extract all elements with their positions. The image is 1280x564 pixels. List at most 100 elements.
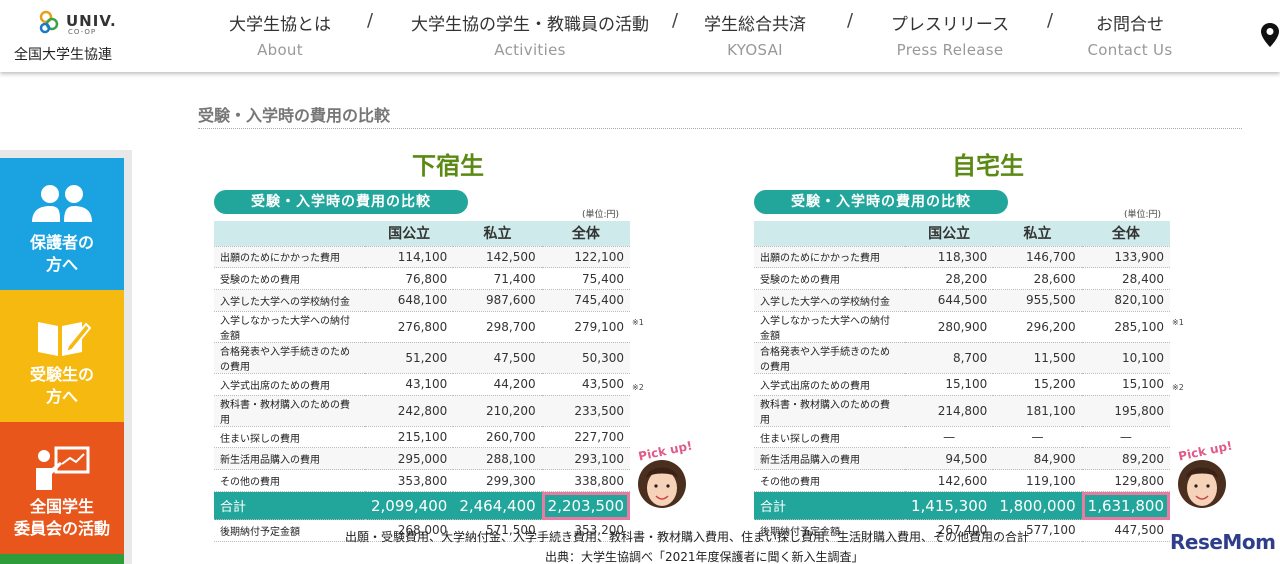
row-label: 入学しなかった大学への納付金額 [754,311,905,343]
footer-source: 出典：大学生協調べ「2021年度保護者に聞く新入生調査」 [545,550,864,564]
column-header: 私立 [453,221,542,247]
coop-logo-icon [39,10,59,34]
cell-private: 955,500 [993,289,1082,312]
notebook-pencil-icon [38,322,92,356]
table-row: 新生活用品購入の費用 94,500 84,900 89,200 [754,447,1170,471]
table-row: 合格発表や入学手続きのための費用 51,200 47,500 50,300 [214,342,630,374]
cell-national: 76,800 [364,267,454,291]
column-header: 私立 [993,221,1082,247]
nav-item-kyosai[interactable]: 学生総合共済 KYOSAI [680,0,830,59]
panel-title-boarding: 下宿生 [412,152,484,180]
row-label: 入学式出席のための費用 [754,373,905,396]
cell-overall: 75,400 [541,267,630,291]
panel-pill: 受験・入学時の費用の比較 [214,190,468,214]
table-row: 教科書・教材購入のための費用 242,800 210,200 233,500 [214,395,630,427]
heading-divider [198,128,1242,129]
site-logo[interactable]: UNIV. CO-OP 全国大学生協連 [10,8,130,64]
sidebar-item-guardians[interactable]: 保護者の 方へ [0,158,124,290]
cell-private: 71,400 [453,267,542,291]
row-label: 出願のためにかかった費用 [214,246,365,269]
column-header: 全体 [1081,221,1170,247]
logo-name: 全国大学生協連 [14,47,112,63]
cell-overall: 820,100 [1081,289,1170,312]
cell-overall: 279,100 [541,311,630,343]
cell-national: — [904,426,994,449]
row-label: 受験のための費用 [214,267,365,291]
site-header: UNIV. CO-OP 全国大学生協連 大学生協とは About / 大学生協の… [0,0,1280,72]
cell-national: 51,200 [364,342,454,374]
nav-separator: / [671,10,679,31]
people-icon [32,185,92,222]
table-row: 出願のためにかかった費用 118,300 146,700 133,900 [754,246,1170,269]
cell-overall: 293,100 [541,447,630,471]
footnote-marker: ※1 [632,318,644,327]
sidebar-item-partial[interactable] [0,554,124,564]
cell-national: 94,500 [904,447,994,471]
row-label: 教科書・教材購入のための費用 [754,395,905,427]
nav-item-about[interactable]: 大学生協とは About [210,0,350,59]
nav-item-activities[interactable]: 大学生協の学生・教職員の活動 Activities [390,0,670,59]
cell-national: 353,800 [364,469,454,493]
column-header: 国公立 [904,221,994,247]
cell-overall: 89,200 [1081,447,1170,471]
nav-separator: / [846,10,854,31]
table-total-row: 合計 1,415,300 1,800,000 1,631,800 [754,491,1170,521]
cell-private: 296,200 [993,311,1082,343]
presentation-icon [36,446,90,490]
table-row: 教科書・教材購入のための費用 214,800 181,100 195,800 [754,395,1170,427]
cell-national: 242,800 [364,395,454,427]
cost-table-home: 国公立 私立 全体 出願のためにかかった費用 118,300 146,700 133,… [754,221,1170,542]
sidebar-label: 方へ [45,387,78,406]
cell-national: 2,099,400 [364,491,454,521]
cell-national: 215,100 [364,426,454,449]
cell-overall: 338,800 [541,469,630,493]
row-label: 住まい探しの費用 [754,426,905,449]
nav-item-press-release[interactable]: プレスリリース Press Release [870,0,1030,59]
row-label: 入学した大学への学校納付金 [754,289,905,312]
sidebar-label: 方へ [45,255,78,274]
sidebar-item-student-committee[interactable]: 全国学生 委員会の活動 [0,422,124,554]
cell-national: 28,200 [904,267,994,291]
footnote-marker: ※1 [1172,318,1184,327]
column-header: 全体 [541,221,630,247]
cell-national: 118,300 [904,246,994,269]
nav-item-contact[interactable]: お問合せ Contact Us [1070,0,1190,59]
nav-separator: / [366,10,374,31]
cell-national: 280,900 [904,311,994,343]
table-row: その他の費用 353,800 299,300 338,800 [214,469,630,493]
nav-label-en: Activities [494,41,566,59]
table-row: 入学しなかった大学への納付金額 276,800 298,700 279,100 [214,311,630,343]
row-label: その他の費用 [754,469,905,493]
cell-private: 987,600 [453,289,542,312]
row-label: 合計 [214,491,365,521]
table-row: 入学した大学への学校納付金 644,500 955,500 820,100 [754,289,1170,312]
table-row: 住まい探しの費用 — — — [754,426,1170,449]
cell-overall-highlight: 2,203,500 [541,491,630,521]
table-row: 入学しなかった大学への納付金額 280,900 296,200 285,100 [754,311,1170,343]
cell-private: 1,800,000 [993,491,1082,521]
nav-label-en: KYOSAI [727,41,783,59]
cell-overall: 447,500 [1081,519,1170,542]
row-label: 教科書・教材購入のための費用 [214,395,365,427]
row-label: 入学式出席のための費用 [214,373,365,396]
panel-pill: 受験・入学時の費用の比較 [754,190,1008,214]
nav-label-en: Press Release [896,41,1004,59]
cell-private: 146,700 [993,246,1082,269]
nav-label-ja: プレスリリース [890,15,1010,35]
sidebar-label: 委員会の活動 [13,519,110,538]
cell-national: 214,800 [904,395,994,427]
row-label: 入学した大学への学校納付金 [214,289,365,312]
cell-national: 15,100 [904,373,994,396]
sidebar-label: 全国学生 [29,497,94,516]
sidebar-item-examinees[interactable]: 受験生の 方へ [0,290,124,422]
nav-label-ja: お問合せ [1096,15,1164,35]
cell-overall: 195,800 [1081,395,1170,427]
cell-overall: 43,500 [541,373,630,396]
sidebar-label: 保護者の [29,233,94,252]
map-pin-icon[interactable] [1260,22,1280,48]
cell-private: 260,700 [453,426,542,449]
table-header-corner [754,221,905,247]
cell-overall: 133,900 [1081,246,1170,269]
cell-private: 2,464,400 [453,491,542,521]
table-row: その他の費用 142,600 119,100 129,800 [754,469,1170,493]
